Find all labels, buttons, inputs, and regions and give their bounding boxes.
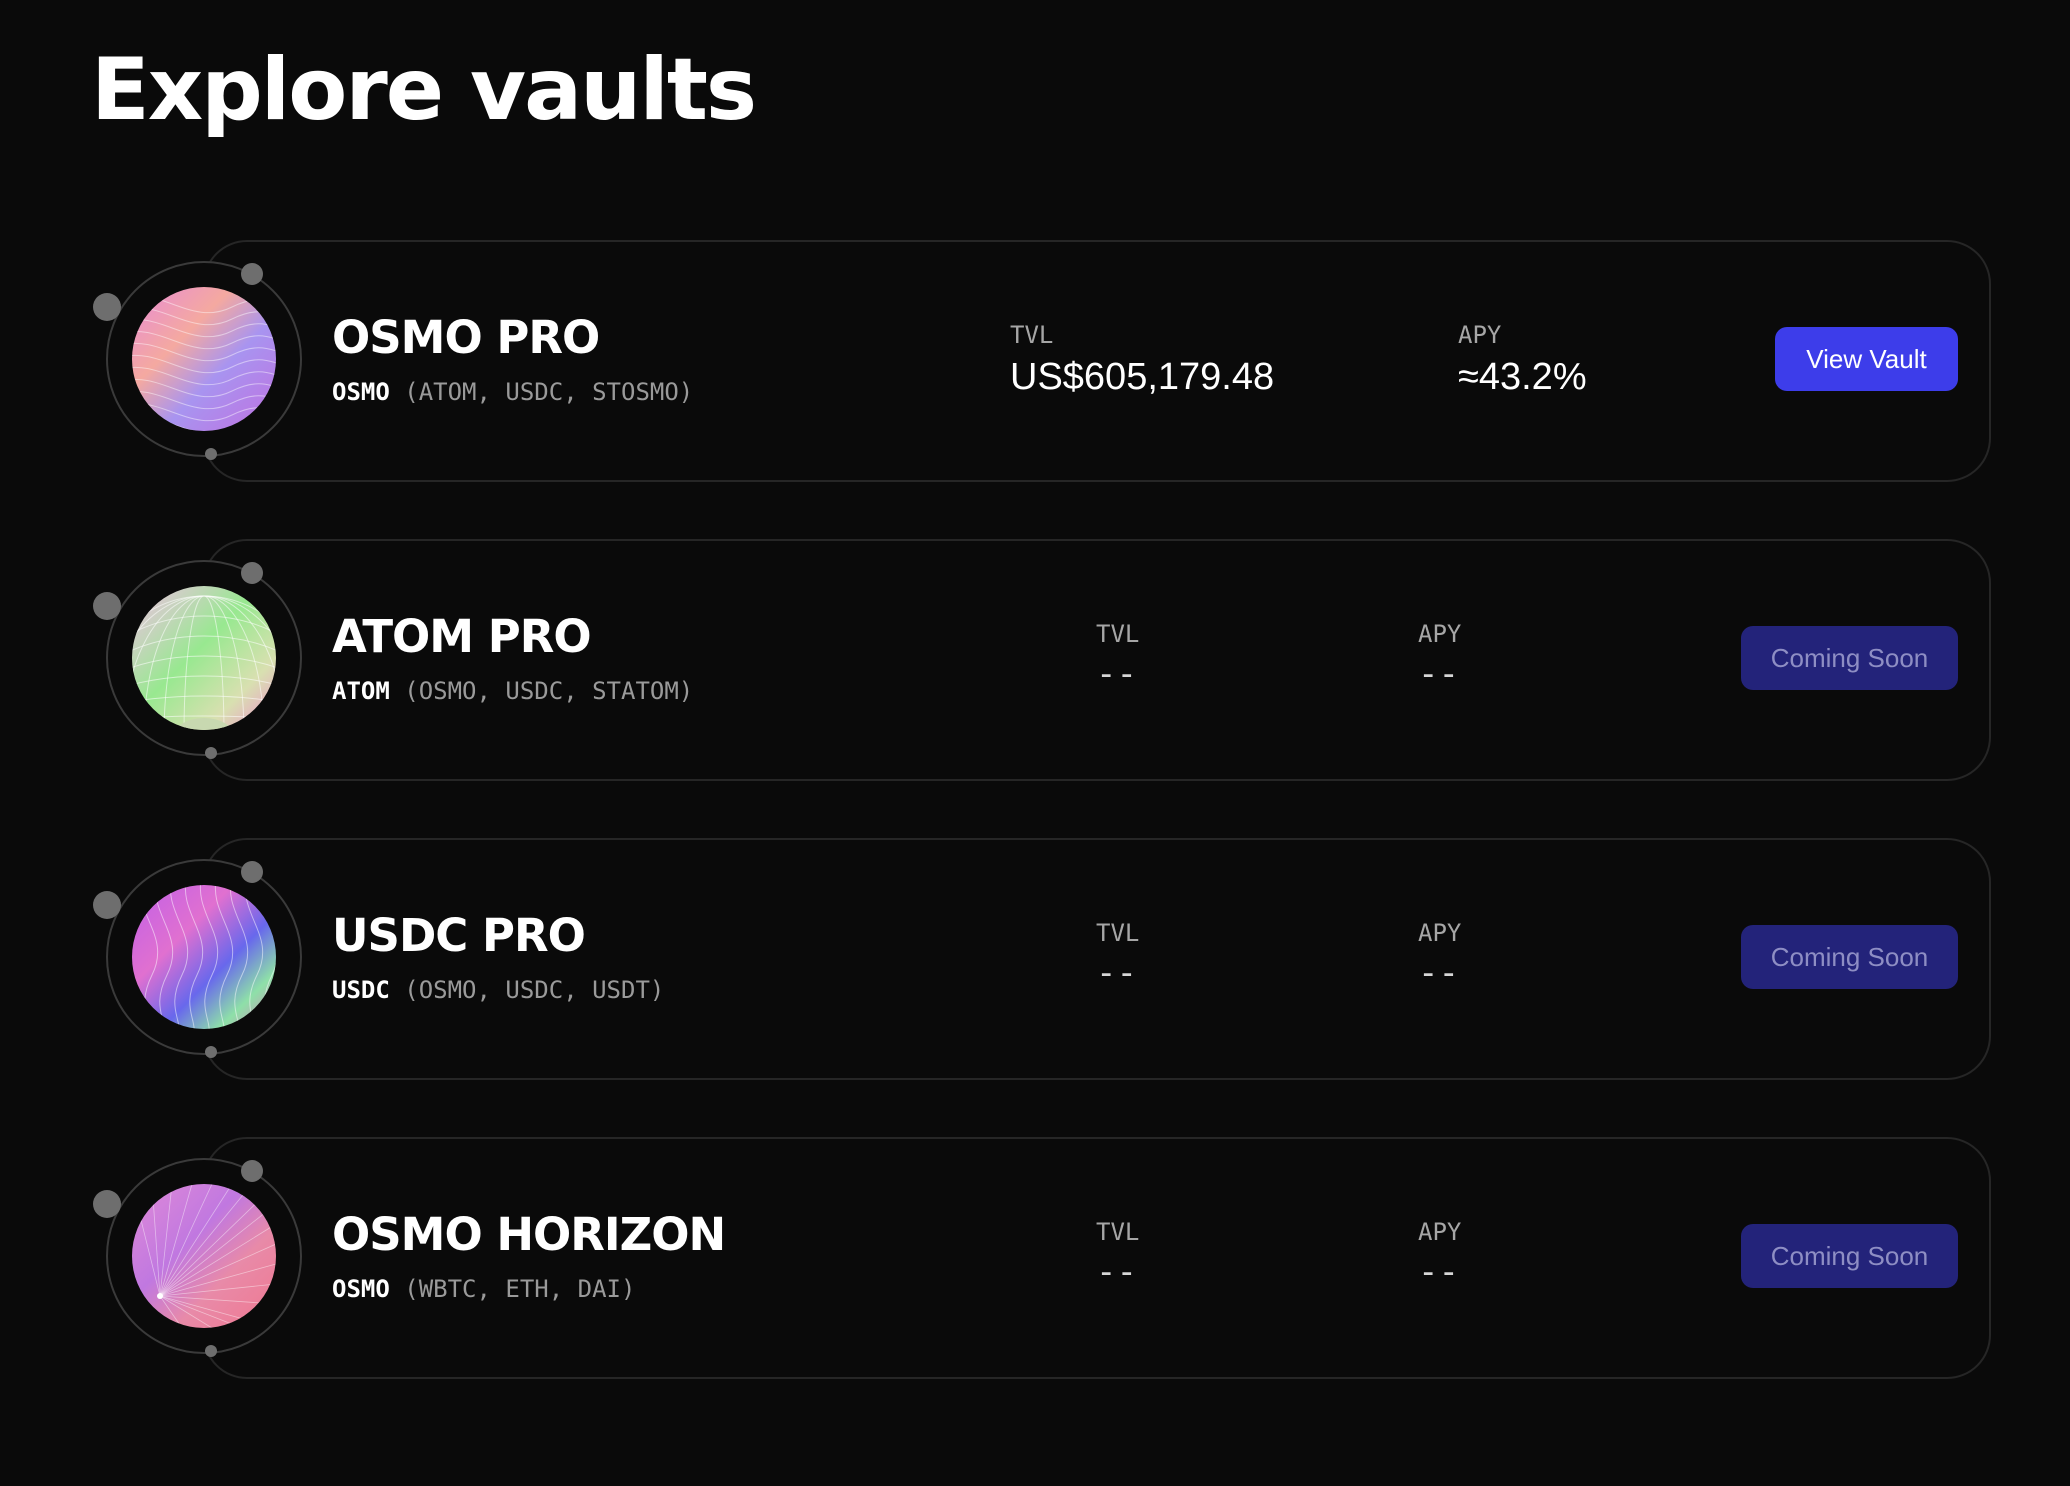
vault-name: OSMO HORIZON xyxy=(332,1208,726,1261)
orbit-dot xyxy=(205,1046,217,1058)
orbit-dot xyxy=(93,891,121,919)
apy-label: APY xyxy=(1458,321,1502,349)
orbit-dot xyxy=(205,747,217,759)
coming-soon-button[interactable]: Coming Soon xyxy=(1741,1224,1958,1288)
apy-label: APY xyxy=(1418,620,1462,648)
coming-soon-button[interactable]: Coming Soon xyxy=(1741,626,1958,690)
vault-base-asset: USDC xyxy=(332,976,390,1004)
coming-soon-button[interactable]: Coming Soon xyxy=(1741,925,1958,989)
orbit-dot xyxy=(93,293,121,321)
vault-name: OSMO PRO xyxy=(332,311,600,364)
tvl-value: -- xyxy=(1096,953,1137,993)
vault-assets: OSMO (WBTC, ETH, DAI) xyxy=(332,1273,635,1305)
vault-assets: ATOM (OSMO, USDC, STATOM) xyxy=(332,675,693,707)
vault-artwork-icon xyxy=(132,885,276,1029)
vault-asset-list: (ATOM, USDC, STOSMO) xyxy=(404,378,694,406)
vault-artwork-icon xyxy=(132,287,276,431)
tvl-label: TVL xyxy=(1096,919,1140,947)
vault-assets: USDC (OSMO, USDC, USDT) xyxy=(332,974,664,1006)
apy-value: -- xyxy=(1418,654,1459,694)
orbit-dot xyxy=(93,592,121,620)
vault-list: OSMO PRO OSMO (ATOM, USDC, STOSMO) TVL U… xyxy=(0,0,2070,1486)
vault-base-asset: OSMO xyxy=(332,378,390,406)
orbit-dot xyxy=(205,448,217,460)
view-vault-button[interactable]: View Vault xyxy=(1775,327,1958,391)
orbit-dot xyxy=(205,1345,217,1357)
vault-base-asset: ATOM xyxy=(332,677,390,705)
tvl-label: TVL xyxy=(1096,620,1140,648)
orbit-dot xyxy=(241,263,263,285)
vault-row-osmo-horizon: OSMO HORIZON OSMO (WBTC, ETH, DAI) TVL -… xyxy=(0,1137,2070,1379)
vault-artwork-icon xyxy=(132,586,276,730)
vault-asset-list: (OSMO, USDC, USDT) xyxy=(404,976,665,1004)
apy-value: ≈43.2% xyxy=(1458,356,1587,398)
tvl-value: -- xyxy=(1096,1252,1137,1292)
orbit-dot xyxy=(241,861,263,883)
vault-asset-list: (OSMO, USDC, STATOM) xyxy=(404,677,694,705)
tvl-value: US$605,179.48 xyxy=(1010,356,1275,398)
apy-value: -- xyxy=(1418,953,1459,993)
vault-row-usdc-pro: USDC PRO USDC (OSMO, USDC, USDT) TVL -- … xyxy=(0,838,2070,1080)
vault-row-atom-pro: ATOM PRO ATOM (OSMO, USDC, STATOM) TVL -… xyxy=(0,539,2070,781)
tvl-label: TVL xyxy=(1010,321,1054,349)
vault-asset-list: (WBTC, ETH, DAI) xyxy=(404,1275,636,1303)
vault-name: ATOM PRO xyxy=(332,610,592,663)
tvl-value: -- xyxy=(1096,654,1137,694)
vault-name: USDC PRO xyxy=(332,909,586,962)
orbit-dot xyxy=(241,562,263,584)
orbit-dot xyxy=(93,1190,121,1218)
tvl-label: TVL xyxy=(1096,1218,1140,1246)
apy-label: APY xyxy=(1418,1218,1462,1246)
apy-value: -- xyxy=(1418,1252,1459,1292)
vault-artwork-icon xyxy=(132,1184,276,1328)
vault-assets: OSMO (ATOM, USDC, STOSMO) xyxy=(332,376,693,408)
vault-base-asset: OSMO xyxy=(332,1275,390,1303)
vault-row-osmo-pro: OSMO PRO OSMO (ATOM, USDC, STOSMO) TVL U… xyxy=(0,240,2070,482)
orbit-dot xyxy=(241,1160,263,1182)
apy-label: APY xyxy=(1418,919,1462,947)
